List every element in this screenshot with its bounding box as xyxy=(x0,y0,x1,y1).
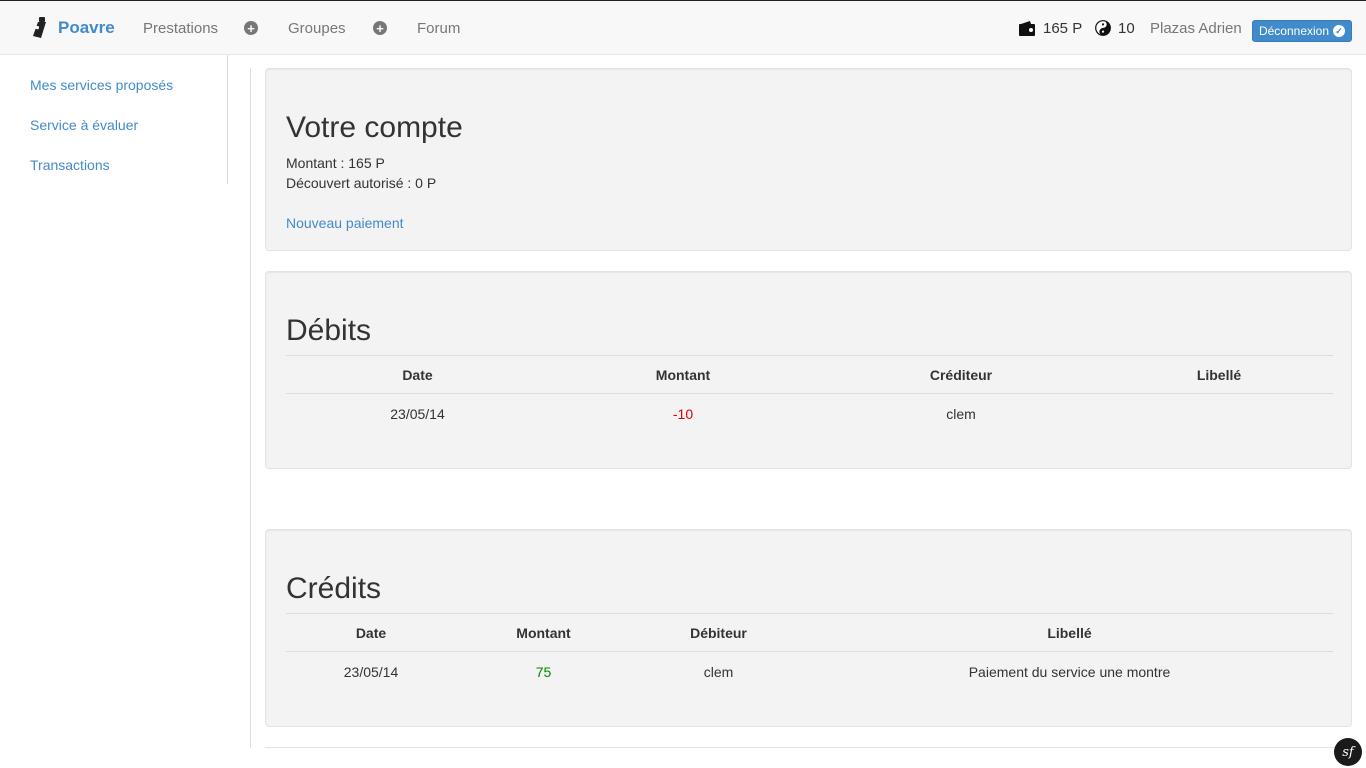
column-header-date: Date xyxy=(286,613,456,652)
plus-circle-icon: + xyxy=(373,21,387,35)
cell-date: 23/05/14 xyxy=(390,405,445,422)
table-header-row: Date Montant Débiteur Libellé xyxy=(286,613,1333,652)
new-payment-link[interactable]: Nouveau paiement xyxy=(286,215,404,231)
nav-prestations[interactable]: Prestations xyxy=(143,1,218,55)
credits-title: Crédits xyxy=(286,572,382,605)
sidebar-item-services[interactable]: Mes services proposés xyxy=(30,77,173,93)
table-row: 23/05/14 75 clem Paiement du service une… xyxy=(286,652,1333,692)
account-overdraft: Découvert autorisé : 0 P xyxy=(286,175,437,191)
karma-value: 10 xyxy=(1118,19,1135,37)
logout-label: Déconnexion xyxy=(1258,24,1330,38)
plus-circle-icon: + xyxy=(244,21,258,35)
table-header-row: Date Montant Créditeur Libellé xyxy=(286,355,1333,394)
cell-label xyxy=(1105,394,1333,434)
karma-score: 10 xyxy=(1095,1,1135,55)
sidebar-divider xyxy=(227,55,228,184)
content-divider xyxy=(250,68,251,748)
yin-yang-icon xyxy=(1095,20,1111,36)
credits-table: Date Montant Débiteur Libellé 23/05/14 7… xyxy=(286,613,1333,692)
nav-groupes[interactable]: Groupes xyxy=(288,1,346,55)
add-prestation-button[interactable]: + xyxy=(244,1,258,55)
wallet-balance: 165 P xyxy=(1019,1,1082,55)
column-header-date: Date xyxy=(286,355,549,394)
cell-date: 23/05/14 xyxy=(343,663,399,680)
top-navbar: Poavre Prestations + Groupes + Forum 165… xyxy=(0,0,1366,55)
cell-amount: -10 xyxy=(672,405,694,422)
symfony-toolbar-toggle[interactable]: sf xyxy=(1334,738,1362,766)
account-title: Votre compte xyxy=(286,111,463,144)
brand-name: Poavre xyxy=(58,18,115,37)
debits-table: Date Montant Créditeur Libellé 23/05/14 … xyxy=(286,355,1333,434)
cell-label: Paiement du service une montre xyxy=(968,663,1171,680)
column-header-amount: Montant xyxy=(549,355,817,394)
cell-debtor: clem xyxy=(703,663,734,680)
debits-panel: Débits Date Montant Créditeur Libellé 23… xyxy=(265,271,1352,469)
sidebar-item-transactions[interactable]: Transactions xyxy=(30,157,110,173)
sidebar-item-evaluate[interactable]: Service à évaluer xyxy=(30,117,138,133)
table-row: 23/05/14 -10 clem xyxy=(286,394,1333,434)
cell-amount: 75 xyxy=(535,663,552,680)
column-header-label: Libellé xyxy=(1105,355,1333,394)
nav-forum[interactable]: Forum xyxy=(417,1,460,55)
column-header-debtor: Débiteur xyxy=(631,613,806,652)
wallet-icon xyxy=(1019,20,1035,36)
footer-divider xyxy=(265,747,1352,748)
check-circle-icon: ✓ xyxy=(1333,25,1346,37)
account-balance: Montant : 165 P xyxy=(286,155,385,171)
add-group-button[interactable]: + xyxy=(373,1,387,55)
debits-title: Débits xyxy=(286,314,372,347)
brand-link[interactable]: Poavre xyxy=(30,1,115,55)
credits-panel: Crédits Date Montant Débiteur Libellé 23… xyxy=(265,529,1352,727)
column-header-creditor: Créditeur xyxy=(817,355,1105,394)
pepper-grinder-icon xyxy=(33,17,46,38)
cell-creditor: clem xyxy=(946,405,976,422)
user-profile-link[interactable]: Plazas Adrien xyxy=(1150,1,1242,55)
symfony-logo: sf xyxy=(1342,744,1354,760)
wallet-amount: 165 P xyxy=(1043,19,1083,37)
logout-button[interactable]: Déconnexion ✓ xyxy=(1252,20,1352,42)
column-header-label: Libellé xyxy=(806,613,1333,652)
account-panel: Votre compte Montant : 165 P Découvert a… xyxy=(265,68,1352,251)
column-header-amount: Montant xyxy=(456,613,631,652)
